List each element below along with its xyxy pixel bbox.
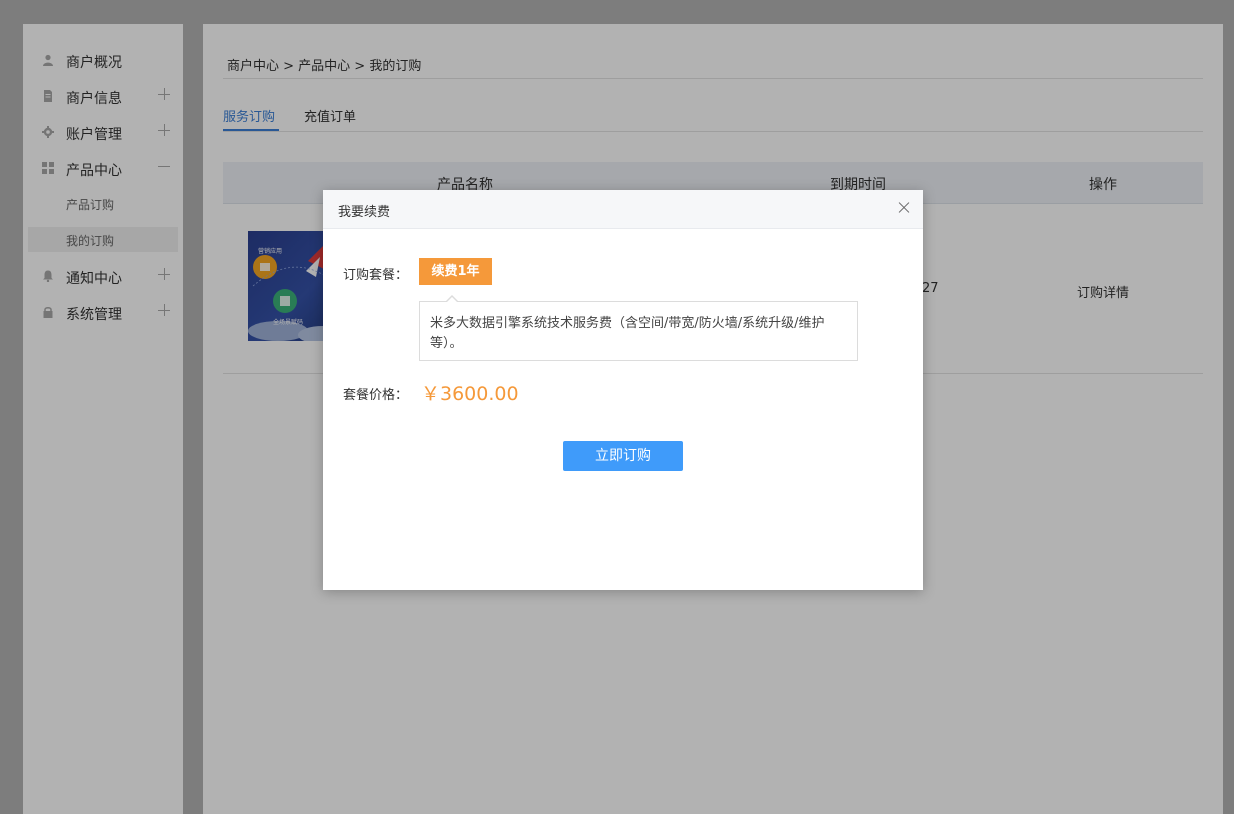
modal-header: 我要续费 bbox=[323, 190, 923, 229]
plan-label: 订购套餐： bbox=[343, 268, 409, 283]
plan-option-1year[interactable]: 续费1年 bbox=[419, 258, 492, 285]
price-label: 套餐价格： bbox=[343, 388, 409, 403]
close-icon[interactable] bbox=[897, 201, 911, 215]
plan-description: 米多大数据引擎系统技术服务费（含空间/带宽/防火墙/系统升级/维护等）。 bbox=[419, 301, 858, 361]
renewal-modal: 我要续费 订购套餐： 续费1年 米多大数据引擎系统技术服务费（含空间/带宽/防火… bbox=[323, 190, 923, 590]
modal-title: 我要续费 bbox=[338, 205, 391, 220]
order-now-button[interactable]: 立即订购 bbox=[563, 441, 683, 471]
price-value: ￥3600.00 bbox=[421, 383, 519, 405]
tooltip-arrow-inner bbox=[447, 297, 457, 302]
